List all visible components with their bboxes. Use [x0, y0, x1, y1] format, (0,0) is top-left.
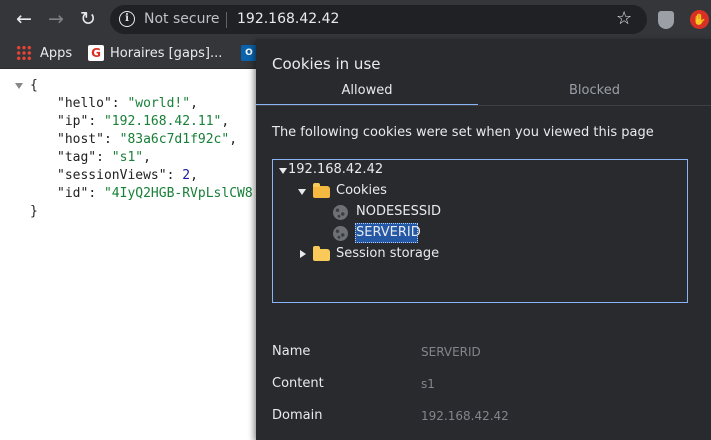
json-value: "world!" [127, 96, 191, 111]
json-open-brace: { [30, 78, 38, 93]
json-line: "host": "83a6c7d1f92c", [57, 132, 238, 147]
apps-grid-icon[interactable] [16, 45, 32, 61]
json-value: "s1" [111, 150, 144, 165]
tab-allowed[interactable]: Allowed [256, 82, 478, 106]
back-button-icon[interactable]: ← [12, 7, 36, 31]
address-separator [226, 12, 227, 28]
detail-content-label: Content [272, 376, 324, 391]
json-key: "tag" [57, 150, 97, 165]
detail-content-value: s1 [421, 377, 435, 391]
browser-toolbar: ← → ↻ i Not secure 192.168.42.42 ☆ ✋ [0, 0, 711, 39]
json-line: "hello": "world!", [57, 96, 198, 111]
json-key: "ip" [57, 114, 89, 129]
json-close-brace: } [30, 204, 38, 219]
tree-root-node[interactable]: 192.168.42.42 [288, 160, 383, 180]
json-comma: , [190, 96, 198, 111]
extension-shield-icon[interactable] [658, 11, 674, 29]
cookie-icon [333, 205, 348, 220]
json-value: "4IyQ2HGB-RVpLslCW8 [103, 186, 253, 201]
url-text[interactable]: 192.168.42.42 [237, 11, 339, 27]
tree-cookies-folder[interactable]: Cookies [336, 181, 387, 201]
tree-cookie-item-selected[interactable]: SERVERID [356, 223, 421, 243]
bookmark-star-icon[interactable]: ☆ [616, 8, 632, 29]
site-info-icon[interactable]: i [119, 11, 135, 27]
tab-divider [256, 105, 711, 106]
json-key: "id" [57, 186, 89, 201]
json-value: "83a6c7d1f92c" [119, 132, 230, 147]
folder-open-icon [313, 183, 330, 198]
cookie-icon [333, 226, 348, 241]
json-value: "192.168.42.11" [103, 114, 222, 129]
cookie-tree[interactable]: 192.168.42.42 Cookies NODESESSID SERVERI… [272, 159, 688, 303]
tab-blocked[interactable]: Blocked [478, 82, 711, 106]
json-value: 2 [182, 168, 191, 183]
bookmark-horaires[interactable]: Horaires [gaps]... [110, 45, 222, 63]
dialog-description: The following cookies were set when you … [272, 125, 654, 140]
dialog-title: Cookies in use [272, 55, 381, 73]
json-line: "id": "4IyQ2HGB-RVpLslCW8 [57, 186, 253, 201]
expand-root-arrow-icon[interactable] [279, 168, 287, 174]
json-key: "host" [57, 132, 104, 147]
outlook-icon[interactable]: O [241, 45, 257, 61]
json-key: "hello" [57, 96, 112, 111]
expand-storage-arrow-icon[interactable] [300, 250, 306, 258]
detail-name-label: Name [272, 344, 311, 359]
forward-button-icon[interactable]: → [44, 7, 68, 31]
security-label[interactable]: Not secure [144, 11, 220, 27]
collapse-arrow-icon[interactable] [15, 83, 23, 89]
tree-session-storage[interactable]: Session storage [336, 244, 439, 264]
json-comma: , [229, 132, 238, 147]
bookmark-apps[interactable]: Apps [40, 45, 72, 63]
expand-cookies-arrow-icon[interactable] [298, 189, 306, 195]
json-line: "ip": "192.168.42.11", [57, 114, 230, 129]
json-key: "sessionViews" [57, 168, 167, 183]
json-line: "tag": "s1", [57, 150, 151, 165]
tree-cookie-item[interactable]: NODESESSID [356, 202, 441, 222]
reload-button-icon[interactable]: ↻ [76, 7, 100, 31]
cookies-dialog: Cookies in use Allowed Blocked The follo… [256, 39, 711, 440]
extension-hand-icon[interactable]: ✋ [690, 10, 709, 29]
folder-icon [313, 246, 330, 261]
json-comma: , [143, 150, 151, 165]
json-line: "sessionViews": 2, [57, 168, 198, 183]
detail-domain-label: Domain [272, 408, 323, 423]
address-bar[interactable]: i Not secure 192.168.42.42 ☆ [110, 5, 647, 34]
json-comma: , [190, 168, 198, 183]
gaps-favicon-icon[interactable]: G [88, 45, 104, 61]
json-comma: , [221, 114, 230, 129]
detail-name-value: SERVERID [421, 345, 481, 359]
detail-domain-value: 192.168.42.42 [421, 409, 509, 423]
